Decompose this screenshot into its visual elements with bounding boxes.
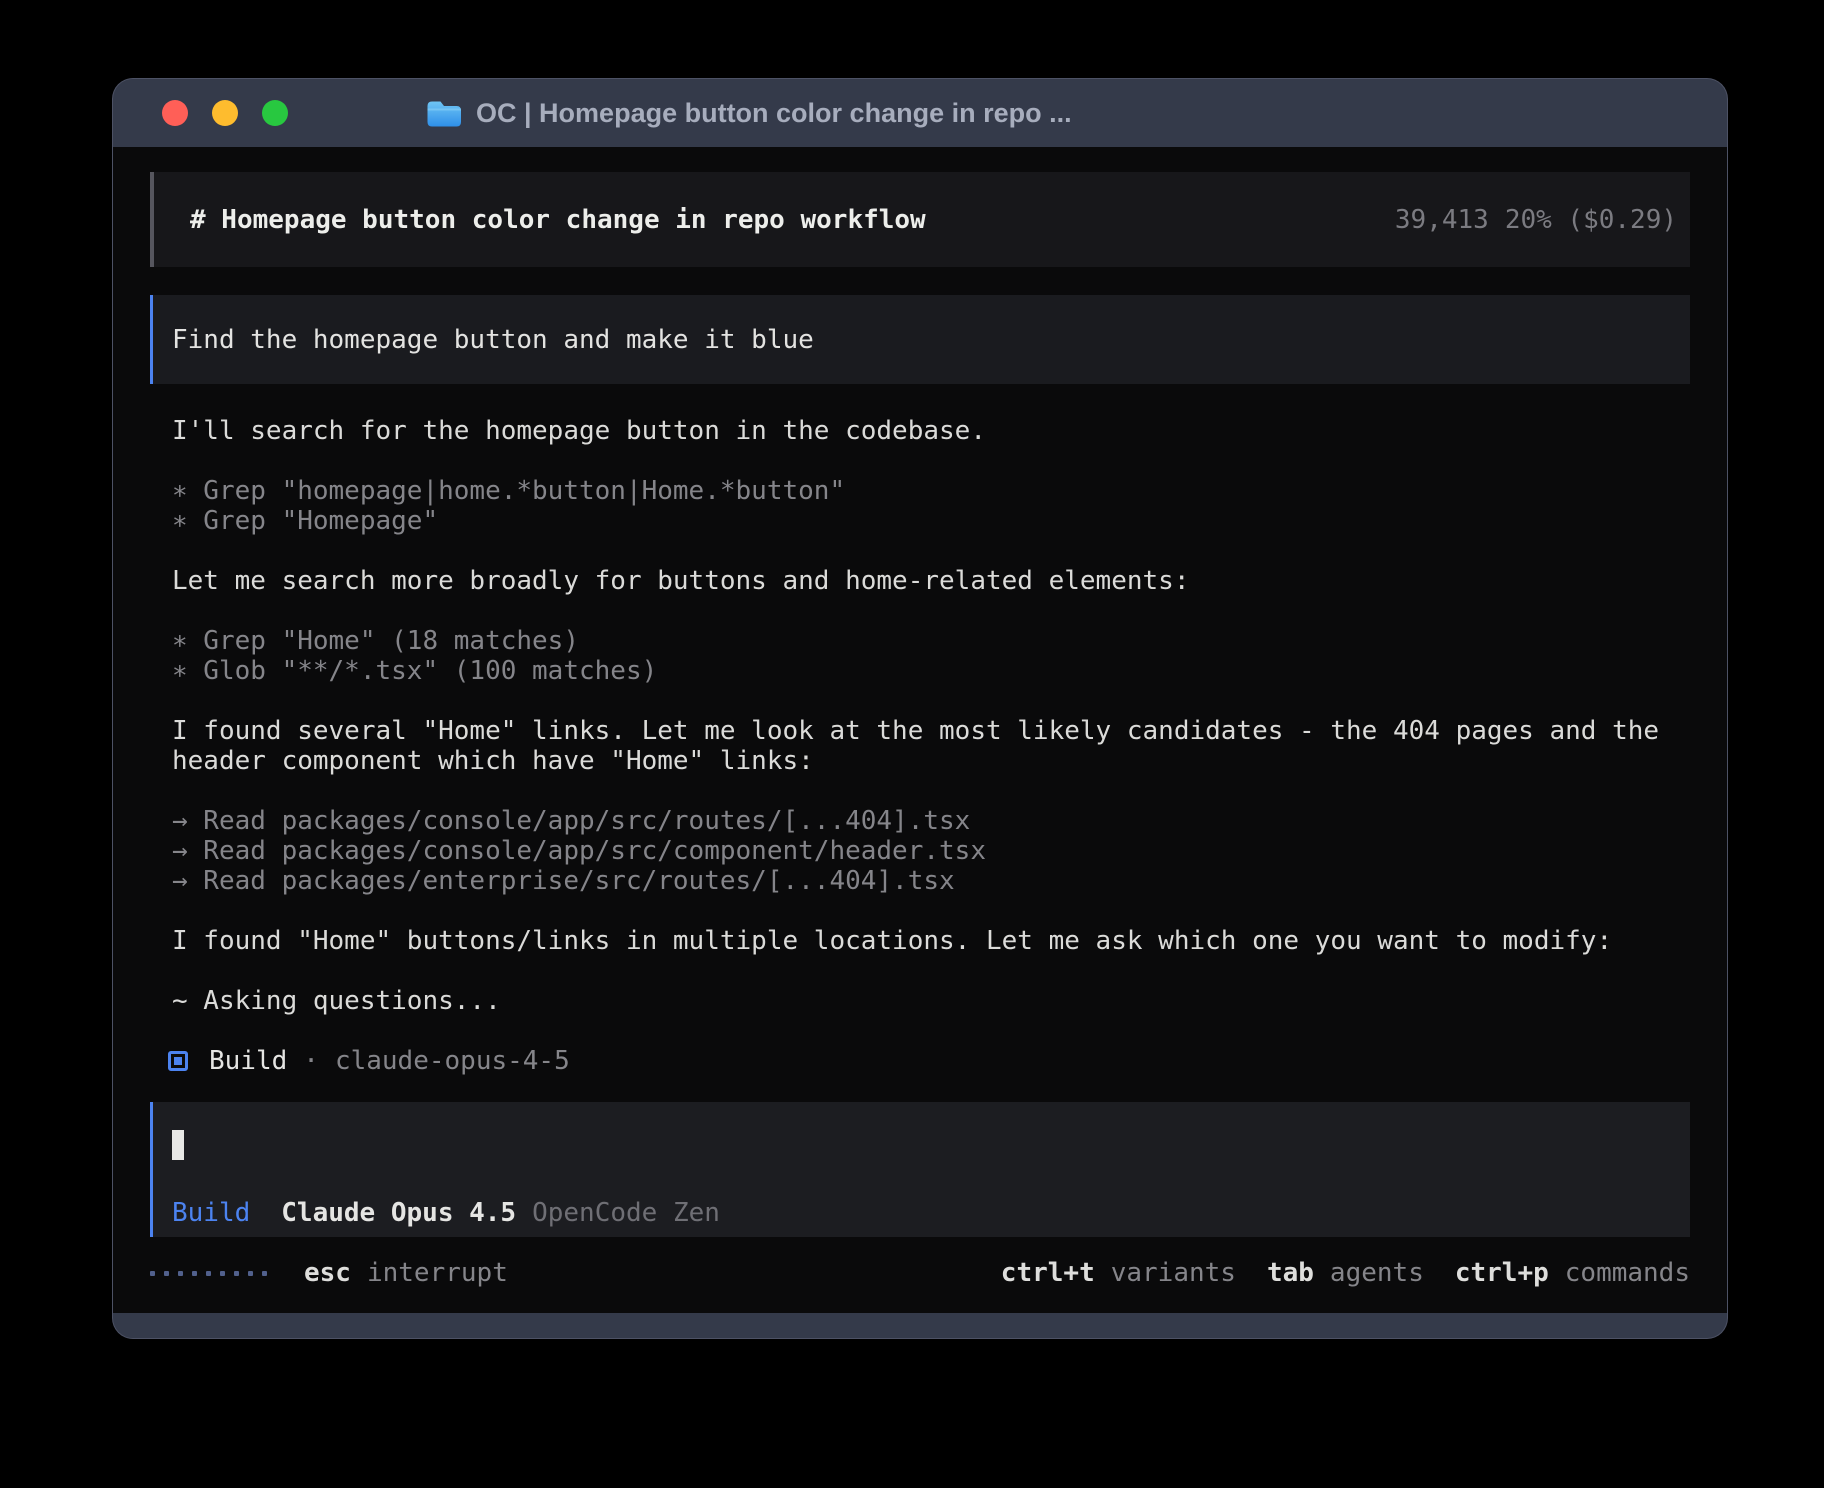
hint-key: tab <box>1267 1258 1314 1288</box>
model-bar: Build Claude Opus 4.5 OpenCode Zen <box>172 1198 1677 1228</box>
hint-variants: ctrl+t variants <box>1001 1258 1236 1288</box>
hint-label-interrupt: interrupt <box>367 1258 508 1288</box>
model-bar-agent: Build <box>172 1198 250 1228</box>
session-stats: 39,413 20% ($0.29) <box>1395 205 1677 235</box>
status-bar: esc interrupt ctrl+tvariantstabagentsctr… <box>150 1258 1690 1288</box>
spinner-dot <box>206 1271 211 1276</box>
agent-name: Build <box>209 1046 287 1076</box>
context-usage: 20% ($0.29) <box>1505 205 1677 235</box>
tool-call-line: → Read packages/enterprise/src/routes/[.… <box>172 866 1690 896</box>
hint-key: ctrl+p <box>1455 1258 1549 1288</box>
spinner-dot <box>164 1271 169 1276</box>
spinner-dot <box>178 1271 183 1276</box>
session-title: # Homepage button color change in repo w… <box>190 205 926 235</box>
window-title: OC | Homepage button color change in rep… <box>476 98 1072 129</box>
assistant-text-line: ~ Asking questions... <box>172 986 1690 1016</box>
spinner-dot <box>150 1271 155 1276</box>
hint-interrupt: esc interrupt <box>304 1258 508 1288</box>
hint-key-esc: esc <box>304 1258 351 1288</box>
tool-call-line: → Read packages/console/app/src/routes/[… <box>172 806 1690 836</box>
assistant-text-line: I found several "Home" links. Let me loo… <box>172 716 1690 746</box>
tool-call-line: ∗ Grep "Homepage" <box>172 506 1690 536</box>
hint-label: agents <box>1330 1258 1424 1288</box>
folder-icon <box>426 99 462 128</box>
tool-call-block: ∗ Grep "homepage|home.*button|Home.*butt… <box>172 476 1690 536</box>
agent-icon <box>168 1051 188 1071</box>
spinner-dot <box>262 1271 267 1276</box>
hint-commands: ctrl+p commands <box>1455 1258 1690 1288</box>
badge-separator: · <box>303 1046 319 1076</box>
token-count: 39,413 <box>1395 205 1489 235</box>
tool-call-block: → Read packages/console/app/src/routes/[… <box>172 806 1690 896</box>
titlebar: OC | Homepage button color change in rep… <box>113 79 1727 147</box>
spinner-dots <box>150 1271 267 1276</box>
spinner-dot <box>234 1271 239 1276</box>
hint-agents: tab agents <box>1267 1258 1424 1288</box>
tool-call-line: ∗ Glob "**/*.tsx" (100 matches) <box>172 656 1690 686</box>
prompt-input[interactable]: Build Claude Opus 4.5 OpenCode Zen <box>150 1102 1690 1237</box>
hint-key: ctrl+t <box>1001 1258 1095 1288</box>
model-bar-model: Claude Opus 4.5 <box>281 1198 516 1228</box>
zoom-button[interactable] <box>262 100 288 126</box>
spinner-dot <box>192 1271 197 1276</box>
agent-status-badge: Build · claude-opus-4-5 <box>168 1046 1690 1076</box>
assistant-text-block: I'll search for the homepage button in t… <box>172 416 1690 446</box>
hint-label: variants <box>1111 1258 1236 1288</box>
badge-model-name: claude-opus-4-5 <box>335 1046 570 1076</box>
assistant-text-block: ~ Asking questions... <box>172 986 1690 1016</box>
spinner-dot <box>248 1271 253 1276</box>
model-bar-provider: OpenCode Zen <box>532 1198 720 1228</box>
user-message: Find the homepage button and make it blu… <box>150 295 1690 384</box>
session-header: # Homepage button color change in repo w… <box>150 172 1690 267</box>
text-cursor <box>172 1130 184 1160</box>
assistant-text-line: I'll search for the homepage button in t… <box>172 416 1690 446</box>
close-button[interactable] <box>162 100 188 126</box>
tool-call-block: ∗ Grep "Home" (18 matches)∗ Glob "**/*.t… <box>172 626 1690 686</box>
minimize-button[interactable] <box>212 100 238 126</box>
assistant-text-block: I found "Home" buttons/links in multiple… <box>172 926 1690 956</box>
spinner-dot <box>220 1271 225 1276</box>
assistant-text-line: I found "Home" buttons/links in multiple… <box>172 926 1690 956</box>
tool-call-line: → Read packages/console/app/src/componen… <box>172 836 1690 866</box>
terminal-content: # Homepage button color change in repo w… <box>113 147 1727 1313</box>
tool-call-line: ∗ Grep "homepage|home.*button|Home.*butt… <box>172 476 1690 506</box>
assistant-text-line: header component which have "Home" links… <box>172 746 1690 776</box>
tool-call-line: ∗ Grep "Home" (18 matches) <box>172 626 1690 656</box>
user-message-text: Find the homepage button and make it blu… <box>172 325 814 355</box>
conversation: I'll search for the homepage button in t… <box>172 416 1690 1016</box>
assistant-text-block: Let me search more broadly for buttons a… <box>172 566 1690 596</box>
assistant-text-line: Let me search more broadly for buttons a… <box>172 566 1690 596</box>
assistant-text-block: I found several "Home" links. Let me loo… <box>172 716 1690 776</box>
status-bar-hints-right: ctrl+t variants tab agents ctrl+p commands <box>1001 1258 1690 1288</box>
terminal-window: OC | Homepage button color change in rep… <box>113 79 1727 1338</box>
hint-label: commands <box>1565 1258 1690 1288</box>
